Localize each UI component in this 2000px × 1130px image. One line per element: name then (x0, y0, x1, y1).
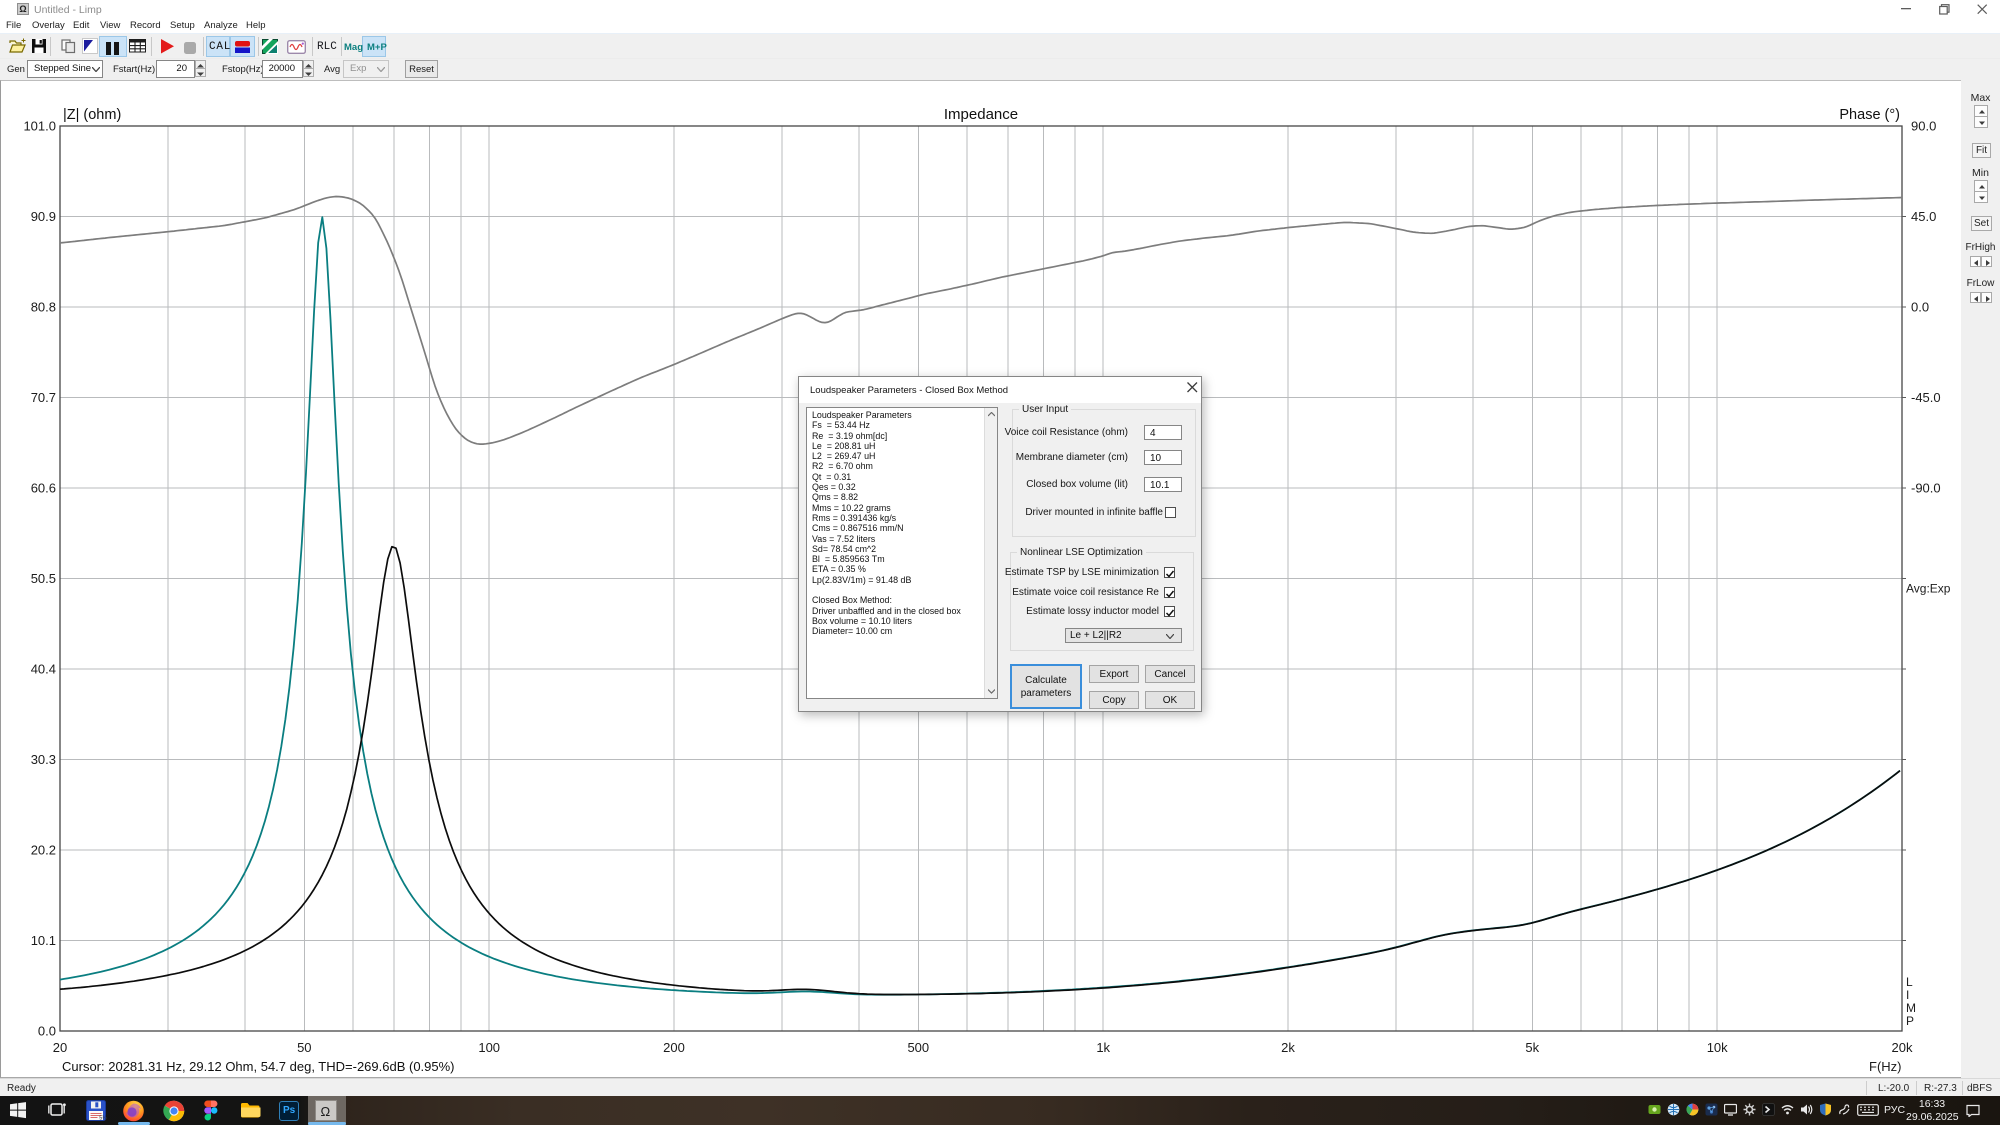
svg-text:P: P (1906, 1014, 1914, 1028)
svg-text:Avg:Exp: Avg:Exp (1906, 582, 1951, 596)
svg-text:500: 500 (907, 1040, 929, 1055)
svg-text:Impedance: Impedance (944, 106, 1018, 123)
svg-text:20: 20 (53, 1040, 67, 1055)
svg-text:Phase (°): Phase (°) (1839, 107, 1900, 123)
svg-text:M: M (1906, 1001, 1916, 1015)
svg-text:101.0: 101.0 (23, 119, 56, 134)
svg-text:10k: 10k (1707, 1040, 1728, 1055)
svg-text:90.0: 90.0 (1911, 119, 1936, 134)
svg-text:40.4: 40.4 (31, 662, 56, 677)
svg-text:1k: 1k (1096, 1040, 1110, 1055)
svg-text:60.6: 60.6 (31, 481, 56, 496)
svg-text:|Z| (ohm): |Z| (ohm) (63, 107, 121, 123)
svg-text:2k: 2k (1281, 1040, 1295, 1055)
svg-text:Cursor: 20281.31 Hz, 29.12 Ohm: Cursor: 20281.31 Hz, 29.12 Ohm, 54.7 deg… (62, 1059, 455, 1074)
svg-text:30.3: 30.3 (31, 752, 56, 767)
svg-text:200: 200 (663, 1040, 685, 1055)
svg-text:100: 100 (478, 1040, 500, 1055)
svg-text:-45.0: -45.0 (1911, 390, 1941, 405)
svg-text:I: I (1906, 988, 1909, 1002)
svg-text:50.5: 50.5 (31, 571, 56, 586)
svg-text:0.0: 0.0 (1911, 300, 1929, 315)
svg-text:45.0: 45.0 (1911, 209, 1936, 224)
svg-text:-90.0: -90.0 (1911, 481, 1941, 496)
svg-text:70.7: 70.7 (31, 390, 56, 405)
svg-text:0.0: 0.0 (38, 1024, 56, 1039)
svg-text:F(Hz): F(Hz) (1869, 1059, 1902, 1074)
svg-text:20.2: 20.2 (31, 843, 56, 858)
svg-text:90.9: 90.9 (31, 209, 56, 224)
svg-text:L: L (1906, 975, 1913, 989)
svg-text:10.1: 10.1 (31, 933, 56, 948)
svg-text:5k: 5k (1525, 1040, 1539, 1055)
svg-text:50: 50 (297, 1040, 311, 1055)
svg-text:80.8: 80.8 (31, 300, 56, 315)
svg-text:5¼: 5¼ (99, 1115, 107, 1121)
svg-text:20k: 20k (1892, 1040, 1913, 1055)
